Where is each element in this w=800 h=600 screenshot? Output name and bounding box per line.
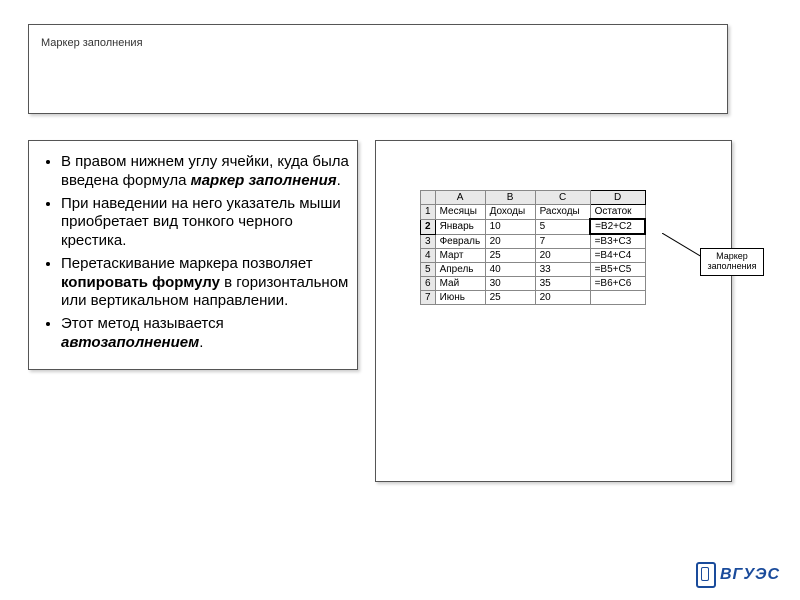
bullet-item: При наведении на него указатель мыши при… [61, 195, 349, 251]
cell: Февраль [435, 234, 485, 249]
bullet-em: маркер заполнения [191, 172, 337, 189]
cell: =B4+C4 [590, 249, 645, 263]
cell: Март [435, 249, 485, 263]
bullet-text: Этот метод называется [61, 315, 224, 332]
cell: 10 [485, 219, 535, 234]
cell: 25 [485, 249, 535, 263]
bullet-text: . [199, 334, 203, 351]
cell: Январь [435, 219, 485, 234]
row-header: 7 [421, 291, 436, 305]
bullet-em: автозаполнением [61, 334, 199, 351]
selected-cell: =B2+C2 [590, 219, 645, 234]
cell: Месяцы [435, 205, 485, 220]
corner-cell [421, 191, 436, 205]
bullet-panel: В правом нижнем углу ячейки, куда была в… [28, 140, 358, 370]
cell: Доходы [485, 205, 535, 220]
table-row: 5 Апрель 40 33 =B5+C5 [421, 263, 646, 277]
cell: Расходы [535, 205, 590, 220]
table-row: 2 Январь 10 5 =B2+C2 [421, 219, 646, 234]
logo-text: ВГУЭС [720, 566, 780, 583]
cell: 20 [535, 291, 590, 305]
cell: =B6+C6 [590, 277, 645, 291]
cell: Май [435, 277, 485, 291]
bullet-text: . [337, 172, 341, 189]
cell: 20 [485, 234, 535, 249]
row-header: 6 [421, 277, 436, 291]
cell: 30 [485, 277, 535, 291]
cell: 20 [535, 249, 590, 263]
cell: 35 [535, 277, 590, 291]
bullet-text: При наведении на него указатель мыши при… [61, 195, 341, 250]
col-header-row: A B C D [421, 191, 646, 205]
table-row: 4 Март 25 20 =B4+C4 [421, 249, 646, 263]
table-row: 1 Месяцы Доходы Расходы Остаток [421, 205, 646, 220]
callout-text: заполнения [708, 261, 757, 271]
row-header: 4 [421, 249, 436, 263]
cell: 40 [485, 263, 535, 277]
row-header: 3 [421, 234, 436, 249]
cell: Июнь [435, 291, 485, 305]
row-header-selected: 2 [421, 219, 436, 234]
spreadsheet: A B C D 1 Месяцы Доходы Расходы Остаток … [420, 190, 646, 305]
bullet-list: В правом нижнем углу ячейки, куда была в… [35, 153, 349, 353]
bullet-item: Этот метод называется автозаполнением. [61, 315, 349, 353]
cell: 25 [485, 291, 535, 305]
table-row: 6 Май 30 35 =B6+C6 [421, 277, 646, 291]
callout-label: Маркер заполнения [700, 248, 764, 276]
cell: Остаток [590, 205, 645, 220]
bullet-em: копировать формулу [61, 274, 220, 291]
col-header-selected: D [590, 191, 645, 205]
cell: 33 [535, 263, 590, 277]
col-header: C [535, 191, 590, 205]
bullet-item: Перетаскивание маркера позволяет копиров… [61, 255, 349, 311]
logo-icon [696, 562, 716, 588]
col-header: A [435, 191, 485, 205]
cell: 5 [535, 219, 590, 234]
table-row: 3 Февраль 20 7 =B3+C3 [421, 234, 646, 249]
cell: =B5+C5 [590, 263, 645, 277]
slide-title-box: Маркер заполнения [28, 24, 728, 114]
cell: =B3+C3 [590, 234, 645, 249]
cell [590, 291, 645, 305]
col-header: B [485, 191, 535, 205]
logo: ВГУЭС [696, 562, 780, 588]
row-header: 5 [421, 263, 436, 277]
bullet-item: В правом нижнем углу ячейки, куда была в… [61, 153, 349, 191]
bullet-text: Перетаскивание маркера позволяет [61, 255, 313, 272]
cell: Апрель [435, 263, 485, 277]
callout-text: Маркер [716, 251, 748, 261]
slide-title: Маркер заполнения [41, 37, 143, 49]
cell: 7 [535, 234, 590, 249]
row-header: 1 [421, 205, 436, 220]
table-row: 7 Июнь 25 20 [421, 291, 646, 305]
